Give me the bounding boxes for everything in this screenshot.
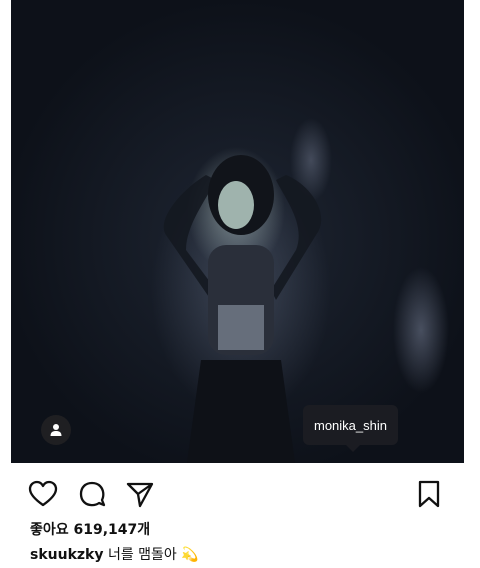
person-icon (50, 424, 62, 436)
bookmark-icon (418, 480, 440, 508)
user-tag-bubble[interactable]: monika_shin (303, 405, 398, 452)
post-image[interactable]: monika_shin (11, 0, 464, 463)
action-bar (0, 472, 480, 512)
likes-count[interactable]: 좋아요 619,147개 (30, 519, 150, 539)
likes-value: 619,147개 (73, 522, 151, 538)
likes-label: 좋아요 (30, 522, 69, 538)
send-icon (126, 482, 154, 508)
share-button[interactable] (124, 478, 156, 510)
heart-icon (28, 480, 58, 507)
user-tags-button[interactable] (41, 415, 71, 445)
comment-icon (79, 481, 106, 507)
caption-text: 너를 맴돌아 (107, 547, 177, 563)
tagged-username: monika_shin (314, 417, 387, 433)
comment-button[interactable] (76, 478, 108, 510)
caption-username[interactable]: skuukzky (30, 547, 103, 563)
like-button[interactable] (27, 478, 59, 510)
sparkle-icon: 💫 (181, 547, 199, 563)
post-caption: skuukzky 너를 맴돌아 💫 (30, 544, 199, 564)
save-button[interactable] (413, 478, 445, 510)
